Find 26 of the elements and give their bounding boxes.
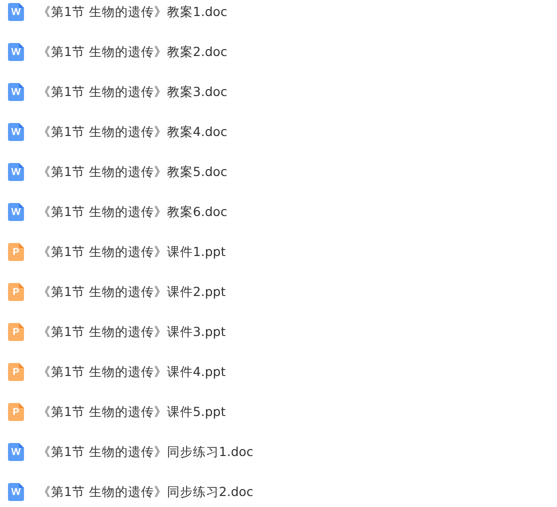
presentation-file-icon: P bbox=[8, 363, 24, 381]
file-name[interactable]: 《第1节 生物的遗传》课件3.ppt bbox=[38, 324, 226, 340]
file-name[interactable]: 《第1节 生物的遗传》教案4.doc bbox=[38, 124, 228, 140]
presentation-file-icon: P bbox=[8, 403, 24, 421]
document-file-icon: W bbox=[8, 83, 24, 101]
file-name[interactable]: 《第1节 生物的遗传》教案1.doc bbox=[38, 4, 228, 20]
presentation-file-icon: P bbox=[8, 243, 24, 261]
document-file-icon: W bbox=[8, 123, 24, 141]
file-name[interactable]: 《第1节 生物的遗传》课件1.ppt bbox=[38, 244, 226, 260]
file-name[interactable]: 《第1节 生物的遗传》课件2.ppt bbox=[38, 284, 226, 300]
file-name[interactable]: 《第1节 生物的遗传》教案3.doc bbox=[38, 84, 228, 100]
presentation-file-icon: P bbox=[8, 323, 24, 341]
file-name[interactable]: 《第1节 生物的遗传》教案6.doc bbox=[38, 204, 228, 220]
document-file-icon: W bbox=[8, 43, 24, 61]
document-file-icon: W bbox=[8, 203, 24, 221]
document-file-icon: W bbox=[8, 443, 24, 461]
file-name[interactable]: 《第1节 生物的遗传》同步练习1.doc bbox=[38, 444, 254, 460]
document-file-icon: W bbox=[8, 483, 24, 501]
file-name[interactable]: 《第1节 生物的遗传》教案2.doc bbox=[38, 44, 228, 60]
document-file-icon: W bbox=[8, 3, 24, 21]
file-name[interactable]: 《第1节 生物的遗传》教案5.doc bbox=[38, 164, 228, 180]
document-file-icon: W bbox=[8, 163, 24, 181]
file-name[interactable]: 《第1节 生物的遗传》课件5.ppt bbox=[38, 404, 226, 420]
presentation-file-icon: P bbox=[8, 283, 24, 301]
file-name[interactable]: 《第1节 生物的遗传》同步练习2.doc bbox=[38, 484, 254, 500]
file-name[interactable]: 《第1节 生物的遗传》课件4.ppt bbox=[38, 364, 226, 380]
